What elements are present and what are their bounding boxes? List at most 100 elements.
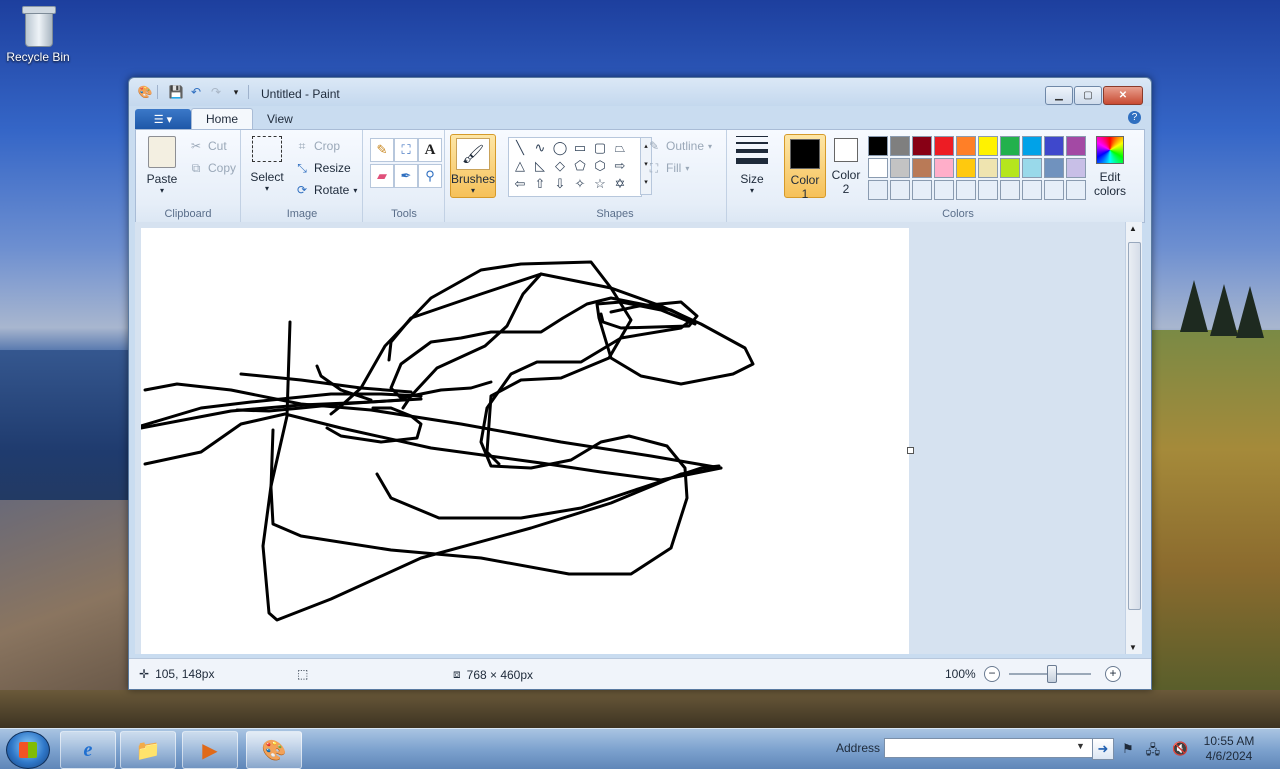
palette-swatch[interactable] xyxy=(1022,158,1042,178)
address-input[interactable] xyxy=(884,738,1093,758)
palette-swatch[interactable] xyxy=(912,136,932,156)
triangle-shape-icon[interactable]: △ xyxy=(510,157,530,175)
palette-swatch[interactable] xyxy=(1022,180,1042,200)
shapes-gallery[interactable]: ╲ ∿ ◯ ▭ ▢ ⏢ △ ◺ ◇ ⬠ ⬡ ⇨ ⇦ ⇧ ⇩ ✧ ☆ ✡ xyxy=(508,137,642,197)
palette-swatch[interactable] xyxy=(1022,136,1042,156)
paint-app-icon[interactable]: 🎨 xyxy=(137,84,153,100)
palette-swatch[interactable] xyxy=(868,180,888,200)
five-point-star-shape-icon[interactable]: ☆ xyxy=(590,175,610,193)
rounded-rectangle-shape-icon[interactable]: ▢ xyxy=(590,139,610,157)
minimize-button[interactable]: ▁ xyxy=(1045,86,1073,105)
color-picker-icon[interactable]: ✒ xyxy=(394,164,418,188)
taskbar-paint[interactable]: 🎨 xyxy=(246,731,302,769)
taskbar-file-explorer[interactable]: 📁 xyxy=(120,731,176,769)
up-arrow-shape-icon[interactable]: ⇧ xyxy=(530,175,550,193)
line-shape-icon[interactable]: ╲ xyxy=(510,139,530,157)
down-arrow-shape-icon[interactable]: ⇩ xyxy=(550,175,570,193)
color2-button[interactable]: Color 2 xyxy=(828,134,864,196)
zoom-slider-thumb[interactable] xyxy=(1047,665,1057,683)
text-tool-icon[interactable]: A xyxy=(418,138,442,162)
save-icon[interactable]: 💾 xyxy=(168,84,184,100)
palette-swatch[interactable] xyxy=(1044,158,1064,178)
eraser-icon[interactable]: ▰ xyxy=(370,164,394,188)
start-button[interactable] xyxy=(6,731,50,769)
chevron-down-icon[interactable]: ▼ xyxy=(1076,741,1085,751)
palette-swatch[interactable] xyxy=(978,180,998,200)
palette-swatch[interactable] xyxy=(934,180,954,200)
palette-swatch[interactable] xyxy=(1044,136,1064,156)
palette-swatch[interactable] xyxy=(890,180,910,200)
size-button[interactable]: Size ▾ xyxy=(732,136,772,195)
palette-swatch[interactable] xyxy=(1066,158,1086,178)
scroll-up-icon[interactable]: ▲ xyxy=(1129,224,1137,233)
customize-qat-icon[interactable]: ▾ xyxy=(228,84,244,100)
zoom-in-icon[interactable]: + xyxy=(1105,666,1121,682)
four-point-star-shape-icon[interactable]: ✧ xyxy=(570,175,590,193)
paint-menu-button[interactable]: ☰ ▾ xyxy=(135,109,191,129)
brushes-button[interactable]: 🖌 Brushes ▾ xyxy=(450,134,496,198)
outline-button[interactable]: ✎ Outline ▾ xyxy=(646,138,712,154)
hexagon-shape-icon[interactable]: ⬡ xyxy=(590,157,610,175)
palette-swatch[interactable] xyxy=(890,136,910,156)
diamond-shape-icon[interactable]: ◇ xyxy=(550,157,570,175)
clock[interactable]: 10:55 AM 4/6/2024 xyxy=(1196,734,1262,764)
rectangle-shape-icon[interactable]: ▭ xyxy=(570,139,590,157)
palette-swatch[interactable] xyxy=(890,158,910,178)
resize-button[interactable]: ⤡ Resize xyxy=(294,160,351,176)
help-icon[interactable]: ? xyxy=(1128,111,1141,124)
resize-handle[interactable] xyxy=(907,447,914,454)
left-arrow-shape-icon[interactable]: ⇦ xyxy=(510,175,530,193)
pentagon-shape-icon[interactable]: ⬠ xyxy=(570,157,590,175)
curve-shape-icon[interactable]: ∿ xyxy=(530,139,550,157)
six-point-star-shape-icon[interactable]: ✡ xyxy=(610,175,630,193)
drawing-canvas[interactable] xyxy=(141,228,909,654)
cut-button[interactable]: ✂ Cut xyxy=(188,138,227,154)
palette-swatch[interactable] xyxy=(956,136,976,156)
tab-view[interactable]: View xyxy=(253,109,307,129)
palette-swatch[interactable] xyxy=(868,158,888,178)
palette-swatch[interactable] xyxy=(1000,180,1020,200)
right-triangle-shape-icon[interactable]: ◺ xyxy=(530,157,550,175)
network-icon[interactable]: 🖧 xyxy=(1146,741,1161,763)
crop-button[interactable]: ⌗ Crop xyxy=(294,138,340,154)
scroll-thumb[interactable] xyxy=(1128,242,1141,610)
fill-bucket-icon[interactable]: ⛶ xyxy=(394,138,418,162)
title-bar[interactable]: 🎨 💾 ↶ ↷ ▾ Untitled - Paint ▁ ▢ ✕ xyxy=(129,78,1151,106)
palette-swatch[interactable] xyxy=(978,136,998,156)
edit-colors-button[interactable]: Edit colors xyxy=(1090,136,1130,198)
palette-swatch[interactable] xyxy=(912,158,932,178)
palette-swatch[interactable] xyxy=(978,158,998,178)
palette-swatch[interactable] xyxy=(912,180,932,200)
palette-swatch[interactable] xyxy=(1000,136,1020,156)
paste-button[interactable]: Paste ▾ xyxy=(142,136,182,195)
pencil-icon[interactable]: ✎ xyxy=(370,138,394,162)
volume-muted-icon[interactable]: 🔇 xyxy=(1172,741,1188,763)
magnifier-icon[interactable]: ⚲ xyxy=(418,164,442,188)
palette-swatch[interactable] xyxy=(1066,180,1086,200)
taskbar-internet-explorer[interactable]: e xyxy=(60,731,116,769)
desktop-icon-recycle-bin[interactable]: Recycle Bin xyxy=(6,6,70,64)
color1-button[interactable]: Color 1 xyxy=(784,134,826,201)
palette-swatch[interactable] xyxy=(934,136,954,156)
go-arrow-icon[interactable]: ➜ xyxy=(1092,738,1114,760)
palette-swatch[interactable] xyxy=(1044,180,1064,200)
tab-home[interactable]: Home xyxy=(191,108,254,129)
close-button[interactable]: ✕ xyxy=(1103,86,1143,105)
action-center-flag-icon[interactable]: ⚑ xyxy=(1122,741,1134,763)
palette-swatch[interactable] xyxy=(1066,136,1086,156)
polygon-shape-icon[interactable]: ⏢ xyxy=(610,139,630,157)
zoom-out-icon[interactable]: − xyxy=(984,666,1000,682)
select-button[interactable]: Select ▾ xyxy=(248,136,286,193)
palette-swatch[interactable] xyxy=(956,180,976,200)
fill-button[interactable]: ⛶ Fill ▾ xyxy=(646,160,690,176)
copy-button[interactable]: ⧉ Copy xyxy=(188,160,236,176)
oval-shape-icon[interactable]: ◯ xyxy=(550,139,570,157)
vertical-scrollbar[interactable]: ▲ ▼ xyxy=(1125,222,1142,654)
palette-swatch[interactable] xyxy=(934,158,954,178)
palette-swatch[interactable] xyxy=(1000,158,1020,178)
redo-icon[interactable]: ↷ xyxy=(208,84,224,100)
scroll-down-icon[interactable]: ▼ xyxy=(1129,643,1137,652)
right-arrow-shape-icon[interactable]: ⇨ xyxy=(610,157,630,175)
undo-icon[interactable]: ↶ xyxy=(188,84,204,100)
taskbar-media-player[interactable]: ▶ xyxy=(182,731,238,769)
